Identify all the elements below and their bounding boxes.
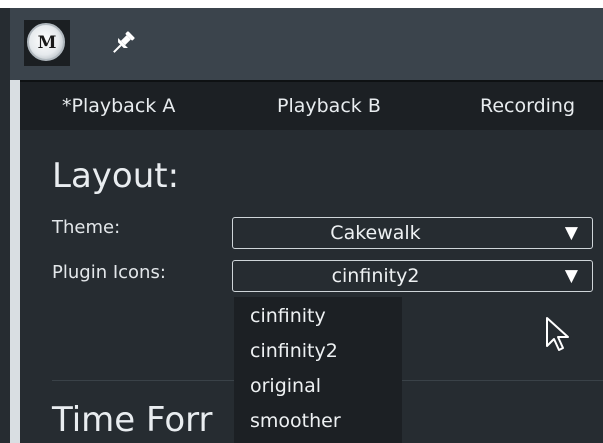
- theme-select[interactable]: Cakewalk ▼: [232, 217, 593, 249]
- dropdown-option-smoother[interactable]: smoother: [250, 404, 341, 438]
- dropdown-option-original[interactable]: original: [250, 369, 321, 403]
- app-logo-icon[interactable]: M: [24, 20, 70, 66]
- app-window: M *Playback A Playback B Recording Layou…: [0, 0, 603, 443]
- plugin-icons-select[interactable]: cinfinity2 ▼: [232, 260, 593, 292]
- top-edge-strip: [0, 0, 603, 8]
- layout-section-title: Layout:: [52, 156, 180, 196]
- theme-select-value: Cakewalk: [330, 222, 421, 244]
- tab-bar: *Playback A Playback B Recording: [20, 80, 603, 130]
- plugin-icons-label: Plugin Icons:: [52, 262, 166, 283]
- title-bar: [10, 8, 603, 80]
- dropdown-option-cinfinity[interactable]: cinfinity: [250, 299, 326, 333]
- logo-letter: M: [37, 33, 57, 53]
- tab-playback-a[interactable]: *Playback A: [62, 82, 175, 130]
- tab-playback-b[interactable]: Playback B: [277, 82, 381, 130]
- tab-recording[interactable]: Recording: [480, 82, 575, 130]
- plugin-icons-select-value: cinfinity2: [331, 265, 420, 287]
- mouse-cursor-icon: [543, 314, 573, 354]
- chevron-down-icon: ▼: [564, 223, 578, 243]
- pin-icon[interactable]: [108, 28, 138, 58]
- plugin-icons-dropdown: cinfinity cinfinity2 original smoother: [234, 297, 402, 443]
- dropdown-option-cinfinity2[interactable]: cinfinity2: [250, 334, 338, 368]
- theme-label: Theme:: [52, 217, 121, 238]
- chevron-down-icon: ▼: [564, 266, 578, 286]
- left-rail: [10, 80, 20, 443]
- time-format-section-title: Time Forr: [52, 400, 213, 440]
